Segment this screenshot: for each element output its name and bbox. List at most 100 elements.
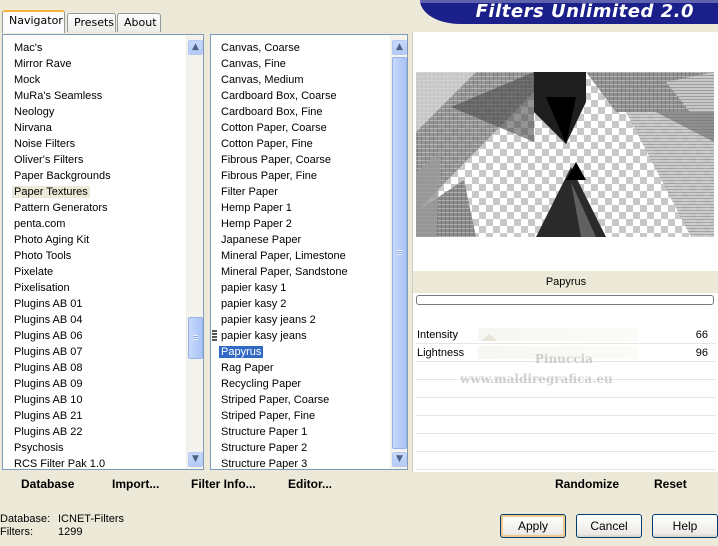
status-area: Database: ICNET-Filters Filters: 1299 — [0, 513, 124, 539]
filter-item[interactable]: Recycling Paper — [211, 376, 389, 392]
navigator-panel: Mac's Mirror Rave Mock MuRa's Seamless Neolo… — [0, 32, 718, 502]
category-item[interactable]: Plugins AB 09 — [3, 376, 185, 392]
filter-item[interactable]: Canvas, Medium — [211, 72, 389, 88]
chevron-down-icon[interactable]: ▼ — [392, 452, 407, 467]
filter-item[interactable]: Japanese Paper — [211, 232, 389, 248]
title-banner: Filters Unlimited 2.0 — [420, 0, 718, 24]
category-item[interactable]: Oliver's Filters — [3, 152, 185, 168]
filter-item[interactable]: Filter Paper — [211, 184, 389, 200]
filter-item[interactable]: Canvas, Coarse — [211, 40, 389, 56]
import-button[interactable]: Import... — [112, 477, 159, 491]
category-item[interactable]: Nirvana — [3, 120, 185, 136]
filter-item[interactable]: Striped Paper, Coarse — [211, 392, 389, 408]
category-item[interactable]: Photo Aging Kit — [3, 232, 185, 248]
category-item[interactable]: Pixelisation — [3, 280, 185, 296]
category-item-label: Plugins AB 22 — [14, 426, 83, 438]
filter-item[interactable]: Structure Paper 2 — [211, 440, 389, 456]
chevron-down-icon[interactable]: ▼ — [188, 452, 203, 467]
category-item[interactable]: Paper Backgrounds — [3, 168, 185, 184]
filter-item[interactable]: papier kasy jeans 2 — [211, 312, 389, 328]
filter-item-label: Mineral Paper, Sandstone — [221, 266, 348, 278]
category-item[interactable]: Plugins AB 21 — [3, 408, 185, 424]
param-intensity[interactable]: Intensity 66 — [416, 326, 716, 344]
category-item-label: Plugins AB 04 — [14, 314, 83, 326]
category-item-label: Plugins AB 06 — [14, 330, 83, 342]
filter-item[interactable]: Cardboard Box, Coarse — [211, 88, 389, 104]
filter-item[interactable]: Hemp Paper 2 — [211, 216, 389, 232]
scroll-thumb[interactable] — [188, 317, 203, 359]
category-item[interactable]: Pixelate — [3, 264, 185, 280]
filter-list[interactable]: Canvas, Coarse Canvas, Fine Canvas, Medium… — [210, 34, 408, 470]
category-item[interactable]: penta.com — [3, 216, 185, 232]
category-item[interactable]: Psychosis — [3, 440, 185, 456]
filter-item[interactable]: Cotton Paper, Coarse — [211, 120, 389, 136]
watermark-line1: Pinuccia — [534, 352, 593, 366]
apply-button[interactable]: Apply — [500, 514, 566, 538]
filter-item-label: Striped Paper, Coarse — [221, 394, 330, 406]
category-list[interactable]: Mac's Mirror Rave Mock MuRa's Seamless Neolo… — [2, 34, 204, 470]
filter-item-label: Rag Paper — [221, 362, 274, 374]
filter-item[interactable]: Cotton Paper, Fine — [211, 136, 389, 152]
filter-item-label: Filter Paper — [221, 186, 278, 198]
slider-track[interactable] — [478, 328, 638, 341]
database-label: Database: — [0, 513, 51, 525]
category-item[interactable]: Plugins AB 08 — [3, 360, 185, 376]
reset-button[interactable]: Reset — [654, 477, 687, 491]
filter-item[interactable]: papier kasy 2 — [211, 296, 389, 312]
tab-about[interactable]: About — [117, 13, 161, 32]
cancel-button[interactable]: Cancel — [576, 514, 642, 538]
filter-item[interactable]: Mineral Paper, Sandstone — [211, 264, 389, 280]
database-button[interactable]: Database — [21, 477, 74, 491]
filter-item[interactable]: Fibrous Paper, Fine — [211, 168, 389, 184]
scroll-thumb[interactable] — [392, 57, 407, 449]
param-label: Intensity — [417, 329, 458, 341]
filter-item[interactable]: papier kasy jeans — [211, 328, 389, 344]
filter-item[interactable]: Papyrus — [211, 344, 389, 360]
category-item[interactable]: Plugins AB 06 — [3, 328, 185, 344]
editor-button[interactable]: Editor... — [288, 477, 332, 491]
filter-item[interactable]: Structure Paper 3 — [211, 456, 389, 469]
category-item[interactable]: Mock — [3, 72, 185, 88]
filter-item-label: papier kasy 1 — [221, 282, 287, 294]
category-scrollbar[interactable]: ▲ ▼ — [186, 35, 203, 469]
filter-info-button[interactable]: Filter Info... — [191, 477, 256, 491]
filter-item-label: Canvas, Medium — [221, 74, 304, 86]
category-item[interactable]: MuRa's Seamless — [3, 88, 185, 104]
category-item[interactable]: Pattern Generators — [3, 200, 185, 216]
category-item[interactable]: Neology — [3, 104, 185, 120]
category-item-label: RCS Filter Pak 1.0 — [14, 458, 106, 470]
category-item[interactable]: Plugins AB 04 — [3, 312, 185, 328]
filter-item[interactable]: Mineral Paper, Limestone — [211, 248, 389, 264]
tab-presets[interactable]: Presets — [67, 13, 116, 32]
filter-item[interactable]: papier kasy 1 — [211, 280, 389, 296]
help-button[interactable]: Help — [652, 514, 718, 538]
category-item[interactable]: Noise Filters — [3, 136, 185, 152]
navigator-toolbar: Database Import... Filter Info... Editor… — [2, 472, 410, 500]
filter-item[interactable]: Striped Paper, Fine — [211, 408, 389, 424]
category-item-label: Plugins AB 09 — [14, 378, 83, 390]
filter-item[interactable]: Cardboard Box, Fine — [211, 104, 389, 120]
category-item[interactable]: Mac's — [3, 40, 185, 56]
filter-item-label: Fibrous Paper, Fine — [221, 170, 317, 182]
category-item[interactable]: Plugins AB 10 — [3, 392, 185, 408]
filter-item[interactable]: Fibrous Paper, Coarse — [211, 152, 389, 168]
category-item[interactable]: Paper Textures — [3, 184, 185, 200]
randomize-button[interactable]: Randomize — [555, 477, 619, 491]
category-item[interactable]: Mirror Rave — [3, 56, 185, 72]
tab-navigator[interactable]: Navigator — [2, 10, 65, 33]
category-item[interactable]: RCS Filter Pak 1.0 — [3, 456, 185, 470]
category-item[interactable]: Plugins AB 01 — [3, 296, 185, 312]
filter-item[interactable]: Rag Paper — [211, 360, 389, 376]
grip-icon — [212, 330, 217, 341]
filter-item[interactable]: Canvas, Fine — [211, 56, 389, 72]
category-item[interactable]: Plugins AB 07 — [3, 344, 185, 360]
category-item-label: Plugins AB 10 — [14, 394, 83, 406]
chevron-up-icon[interactable]: ▲ — [188, 40, 203, 55]
category-item[interactable]: Photo Tools — [3, 248, 185, 264]
filter-scrollbar[interactable]: ▲ ▼ — [390, 35, 407, 469]
filter-item[interactable]: Structure Paper 1 — [211, 424, 389, 440]
tab-strip: Navigator Presets About — [0, 10, 170, 33]
filter-item[interactable]: Hemp Paper 1 — [211, 200, 389, 216]
category-item[interactable]: Plugins AB 22 — [3, 424, 185, 440]
chevron-up-icon[interactable]: ▲ — [392, 40, 407, 55]
